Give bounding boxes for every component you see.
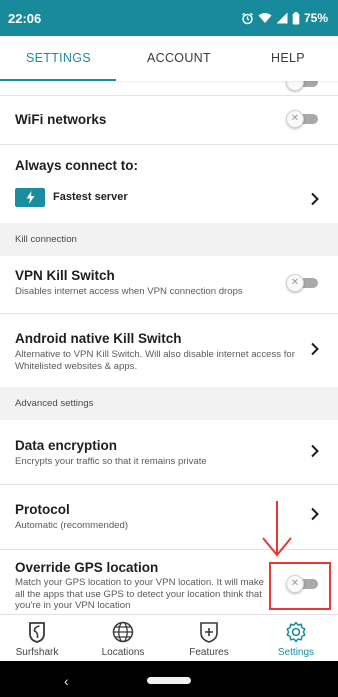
chevron-right-icon: [311, 444, 319, 458]
back-icon[interactable]: ‹: [64, 673, 69, 689]
vpn-kill-switch-toggle[interactable]: ✕: [286, 274, 318, 292]
tab-account[interactable]: ACCOUNT: [147, 51, 211, 65]
chevron-right-icon: [311, 507, 319, 521]
alarm-icon: [242, 12, 253, 24]
status-bar: 22:06 75%: [0, 0, 338, 36]
data-encryption-description: Encrypts your traffic so that it remains…: [15, 456, 207, 467]
vpn-kill-switch-row[interactable]: VPN Kill Switch Disables internet access…: [0, 256, 338, 313]
override-gps-description: Match your GPS location to your VPN loca…: [15, 577, 265, 611]
android-kill-switch-description: Alternative to VPN Kill Switch. Will als…: [15, 349, 295, 372]
status-icons: 75%: [241, 11, 328, 25]
wifi-icon: [258, 13, 272, 23]
bottom-nav: Surfshark Locations Features Settings: [0, 614, 338, 661]
toggle-off-icon: ✕: [286, 110, 304, 128]
vpn-kill-switch-description: Disables internet access when VPN connec…: [15, 286, 243, 297]
android-kill-switch-label: Android native Kill Switch: [15, 331, 182, 346]
fastest-server-label: Fastest server: [53, 191, 128, 203]
chevron-right-icon: [311, 342, 319, 356]
always-connect-label: Always connect to:: [15, 158, 139, 173]
override-gps-label: Override GPS location: [15, 560, 159, 575]
battery-percent: 75%: [303, 11, 328, 25]
annotation-highlight-box: [269, 562, 331, 610]
nav-label: Surfshark: [15, 647, 59, 658]
nav-label: Locations: [101, 647, 145, 658]
tab-settings[interactable]: SETTINGS: [26, 51, 91, 65]
section-header-advanced-settings: Advanced settings: [0, 387, 338, 420]
signal-icon: [276, 12, 288, 24]
tab-indicator: [0, 79, 116, 81]
protocol-description: Automatic (recommended): [15, 520, 129, 531]
nav-surfshark[interactable]: Surfshark: [2, 621, 72, 658]
nav-label: Features: [189, 647, 229, 658]
data-encryption-label: Data encryption: [15, 438, 118, 453]
previous-item-toggle[interactable]: [286, 81, 318, 91]
nav-settings[interactable]: Settings: [261, 621, 331, 658]
protocol-label: Protocol: [15, 502, 70, 517]
wifi-networks-row[interactable]: WiFi networks ✕: [0, 96, 338, 144]
gear-icon: [286, 621, 306, 643]
system-nav-bar: ‹: [0, 661, 338, 697]
annotation-arrow-icon: [262, 501, 292, 557]
top-tabs: SETTINGS ACCOUNT HELP: [0, 36, 338, 81]
home-pill[interactable]: [147, 677, 191, 684]
section-title: Advanced settings: [15, 398, 94, 409]
android-kill-switch-row[interactable]: Android native Kill Switch Alternative t…: [0, 314, 338, 380]
shield-plus-icon: [200, 622, 218, 643]
fastest-server-option[interactable]: Fastest server: [0, 184, 338, 214]
wifi-networks-toggle[interactable]: ✕: [286, 110, 318, 128]
surfshark-logo-icon: [29, 622, 45, 643]
battery-icon: [292, 11, 300, 24]
chevron-right-icon: [311, 192, 319, 206]
wifi-networks-label: WiFi networks: [15, 112, 107, 127]
globe-icon: [112, 621, 134, 643]
vpn-kill-switch-label: VPN Kill Switch: [15, 268, 115, 283]
section-header-kill-connection: Kill connection: [0, 223, 338, 256]
data-encryption-row[interactable]: Data encryption Encrypts your traffic so…: [0, 420, 338, 477]
toggle-off-icon: ✕: [286, 274, 304, 292]
nav-locations[interactable]: Locations: [88, 621, 158, 658]
tab-help[interactable]: HELP: [271, 51, 305, 65]
section-title: Kill connection: [15, 234, 77, 245]
status-time: 22:06: [8, 10, 42, 26]
nav-features[interactable]: Features: [174, 621, 244, 658]
nav-label: Settings: [277, 647, 315, 658]
lightning-icon: [15, 188, 45, 207]
